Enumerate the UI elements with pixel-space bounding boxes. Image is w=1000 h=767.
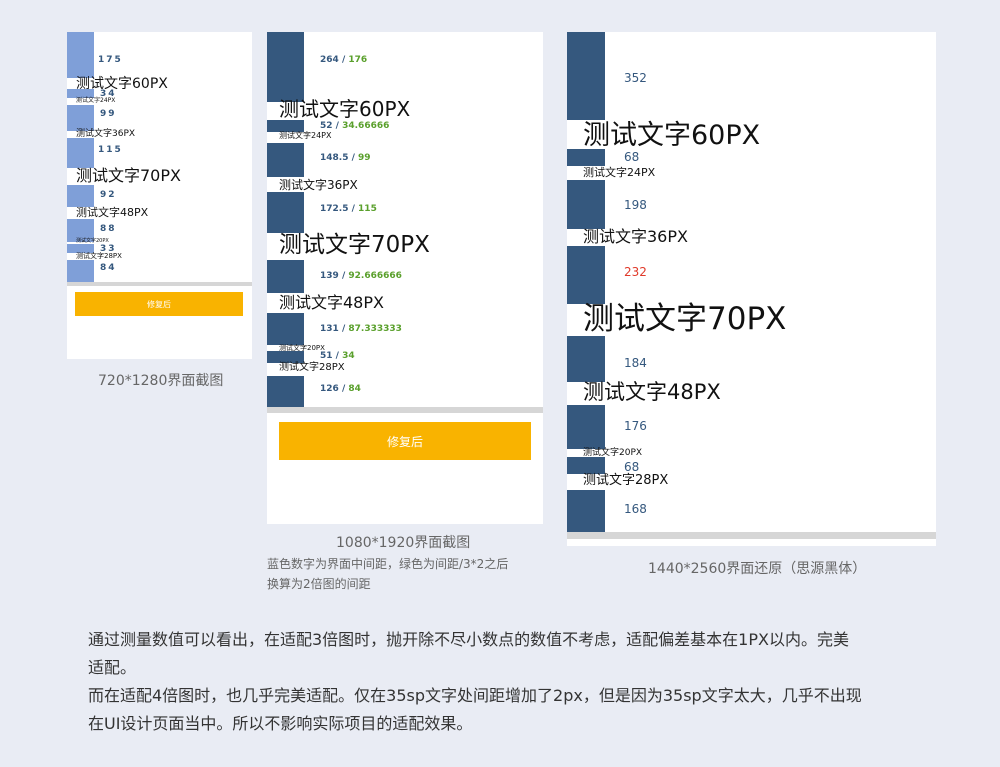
spacing-bar: [567, 180, 605, 229]
spacing-bar: [67, 32, 94, 78]
caption-1440: 1440*2560界面还原（思源黑体）: [648, 561, 867, 577]
conclusion-paragraph: 通过测量数值可以看出，在适配3倍图时，抛开除不尽小数点的数值不考虑，适配偏差基本…: [88, 626, 968, 738]
spacing-bar: [567, 246, 605, 304]
spacing-bar: [267, 313, 304, 345]
legend-note-line: 蓝色数字为界面中间距，绿色为间距/3*2之后: [267, 557, 509, 571]
spacing-bar: [267, 260, 304, 293]
divider: [567, 532, 936, 539]
spacing-value: 88: [100, 224, 117, 234]
screenshot-panel-1080: 264 / 176 52 / 34.66666 148.5 / 99 172.5…: [267, 32, 543, 524]
spacing-measure: 126 / 84: [320, 384, 361, 394]
spacing-value: 184: [624, 356, 647, 370]
caption-1080: 1080*1920界面截图: [336, 535, 471, 551]
sample-text: 测试文字60PX: [76, 76, 168, 92]
spacing-value: 175: [98, 55, 123, 65]
paragraph-line: 在UI设计页面当中。所以不影响实际项目的适配效果。: [88, 714, 473, 733]
sample-text: 测试文字24PX: [583, 166, 656, 179]
spacing-bar: [267, 32, 304, 102]
spacing-bar: [567, 336, 605, 382]
sample-text: 测试文字28PX: [76, 252, 122, 260]
spacing-value: 176: [624, 419, 647, 433]
spacing-value: 115: [98, 145, 123, 155]
spacing-measure: 148.5 / 99: [320, 153, 371, 163]
caption-720: 720*1280界面截图: [98, 373, 224, 389]
spacing-bar: [567, 32, 605, 120]
spacing-value: 92: [100, 190, 117, 200]
sample-text: 测试文字20PX: [76, 238, 109, 244]
spacing-value: 232: [624, 265, 647, 279]
sample-text: 测试文字70PX: [583, 301, 787, 337]
spacing-measure: 139 / 92.666666: [320, 271, 402, 281]
spacing-measure: 131 / 87.333333: [320, 324, 402, 334]
sample-text: 测试文字60PX: [279, 97, 411, 121]
spacing-bar: [567, 149, 605, 166]
screenshot-panel-1440: 352 68 198 232 184 176 68 168 测试文字60PX 测…: [567, 32, 936, 546]
sample-text: 测试文字24PX: [76, 97, 116, 104]
screenshot-panel-720: 175 34 99 115 92 88 33 84 测试文字60PX 测试文字2…: [67, 32, 252, 359]
spacing-measure: 52 / 34.66666: [320, 121, 390, 131]
sample-text: 测试文字70PX: [279, 232, 430, 258]
spacing-value: 99: [100, 109, 117, 119]
sample-text: 测试文字36PX: [279, 178, 358, 192]
sample-text: 测试文字28PX: [583, 473, 669, 488]
spacing-bar: [267, 192, 304, 233]
paragraph-line: 通过测量数值可以看出，在适配3倍图时，抛开除不尽小数点的数值不考虑，适配偏差基本…: [88, 630, 849, 649]
sample-text: 测试文字24PX: [279, 131, 332, 140]
spacing-value: 168: [624, 502, 647, 516]
spacing-bar: [67, 185, 94, 207]
sample-text: 测试文字48PX: [279, 293, 384, 312]
paragraph-line: 而在适配4倍图时，也几乎完美适配。仅在35sp文字处间距增加了2px，但是因为3…: [88, 686, 862, 705]
sample-text: 测试文字20PX: [583, 448, 643, 458]
spacing-value: 84: [100, 263, 117, 273]
spacing-bar: [567, 405, 605, 449]
spacing-measure: 172.5 / 115: [320, 204, 377, 214]
spacing-value: 352: [624, 71, 647, 85]
sample-text: 测试文字48PX: [76, 206, 149, 219]
legend-note: 蓝色数字为界面中间距，绿色为间距/3*2之后 换算为2倍图的间距: [267, 554, 557, 594]
paragraph-line: 适配。: [88, 658, 137, 677]
divider: [267, 407, 543, 413]
spacing-measure: 264 / 176: [320, 55, 368, 65]
spacing-bar: [567, 457, 605, 474]
spacing-bar: [267, 376, 304, 407]
spacing-bar: [67, 260, 94, 282]
spacing-measure: 51 / 34: [320, 351, 355, 361]
spacing-bar: [67, 138, 94, 168]
spacing-bar: [267, 143, 304, 177]
fix-button[interactable]: 修复后: [279, 422, 531, 460]
divider: [67, 282, 252, 286]
sample-text: 测试文字36PX: [583, 227, 688, 246]
sample-text: 测试文字36PX: [76, 129, 136, 139]
sample-text: 测试文字28PX: [279, 362, 345, 373]
spacing-bar: [67, 105, 94, 131]
spacing-value: 198: [624, 198, 647, 212]
sample-text: 测试文字20PX: [279, 344, 325, 352]
fix-button[interactable]: 修复后: [75, 292, 243, 316]
sample-text: 测试文字48PX: [583, 380, 721, 404]
sample-text: 测试文字70PX: [76, 166, 181, 185]
spacing-bar: [567, 490, 605, 532]
spacing-value: 68: [624, 460, 640, 474]
legend-note-line: 换算为2倍图的间距: [267, 577, 371, 591]
sample-text: 测试文字60PX: [583, 120, 761, 151]
spacing-value: 68: [624, 150, 640, 164]
